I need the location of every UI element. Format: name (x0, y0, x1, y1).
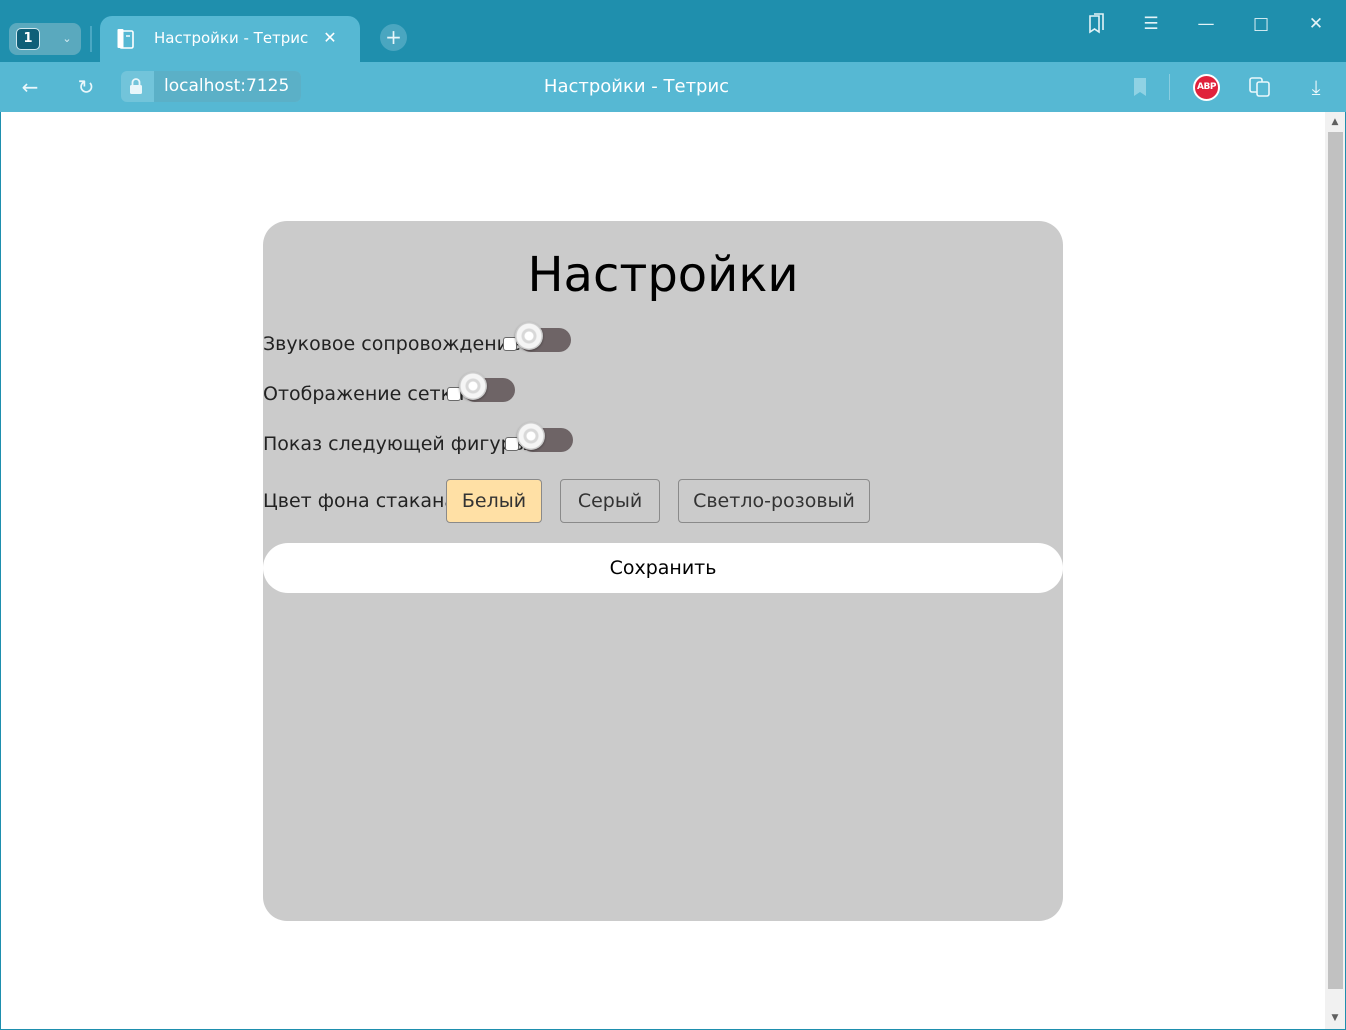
background-color-label: Цвет фона стакана: (263, 490, 463, 512)
settings-card: Настройки Звуковое сопровождение Отображ… (263, 221, 1063, 921)
tab-strip: 1 ⌄ Настройки - Тетрис ✕ + ☰ — □ ✕ (0, 0, 1346, 62)
download-icon[interactable]: ⤓ (1303, 74, 1329, 100)
new-tab-button[interactable]: + (380, 24, 407, 51)
divider (1169, 74, 1170, 100)
color-option-light-pink[interactable]: Светло-розовый (678, 479, 870, 523)
sound-toggle[interactable] (515, 322, 573, 352)
chevron-down-icon: ⌄ (62, 32, 72, 45)
toggle-knob (459, 372, 487, 400)
grid-label: Отображение сетки (263, 383, 465, 405)
bookmark-icon[interactable] (1127, 74, 1153, 100)
toggle-knob (517, 422, 545, 450)
toggle-knob (515, 322, 543, 350)
back-icon[interactable]: ← (17, 74, 43, 100)
next-piece-toggle[interactable] (517, 422, 575, 452)
url-text: localhost:7125 (154, 71, 301, 102)
adblock-icon[interactable]: ABP (1193, 74, 1220, 101)
tab-list-button[interactable]: 1 ⌄ (9, 23, 81, 55)
vertical-scrollbar[interactable]: ▲ ▼ (1325, 112, 1345, 1029)
reload-icon[interactable]: ↻ (73, 74, 99, 100)
bookmarks-panel-icon[interactable] (1081, 10, 1111, 38)
scroll-down-icon[interactable]: ▼ (1329, 1011, 1341, 1025)
scrollbar-thumb[interactable] (1328, 132, 1343, 989)
page-icon (117, 29, 134, 49)
tab-count-badge: 1 (16, 28, 40, 50)
page-viewport: Настройки Звуковое сопровождение Отображ… (1, 112, 1345, 1029)
color-option-gray[interactable]: Серый (560, 479, 660, 523)
color-option-white[interactable]: Белый (446, 479, 542, 523)
active-tab[interactable]: Настройки - Тетрис ✕ (100, 16, 360, 62)
translate-icon[interactable] (1247, 74, 1273, 100)
settings-heading: Настройки (527, 247, 799, 303)
grid-toggle[interactable] (459, 372, 517, 402)
menu-icon[interactable]: ☰ (1136, 10, 1166, 38)
next-piece-setting-row: Показ следующей фигуры (263, 422, 583, 459)
background-color-row: Цвет фона стакана: Белый Серый Светло-ро… (263, 479, 883, 523)
divider (90, 26, 92, 52)
next-piece-label: Показ следующей фигуры (263, 433, 528, 455)
maximize-icon[interactable]: □ (1246, 10, 1276, 38)
save-button[interactable]: Сохранить (263, 543, 1063, 593)
close-tab-icon[interactable]: ✕ (320, 28, 340, 48)
address-bar: Настройки - Тетрис ← ↻ localhost:7125 AB… (0, 62, 1346, 112)
close-window-icon[interactable]: ✕ (1301, 10, 1331, 38)
scroll-up-icon[interactable]: ▲ (1329, 115, 1341, 129)
sound-label: Звуковое сопровождение (263, 333, 521, 355)
sound-setting-row: Звуковое сопровождение (263, 322, 583, 359)
grid-setting-row: Отображение сетки (263, 372, 523, 409)
lock-icon (130, 78, 142, 94)
url-field[interactable]: localhost:7125 (121, 71, 301, 102)
tab-title: Настройки - Тетрис (154, 29, 309, 47)
minimize-icon[interactable]: — (1191, 10, 1221, 38)
